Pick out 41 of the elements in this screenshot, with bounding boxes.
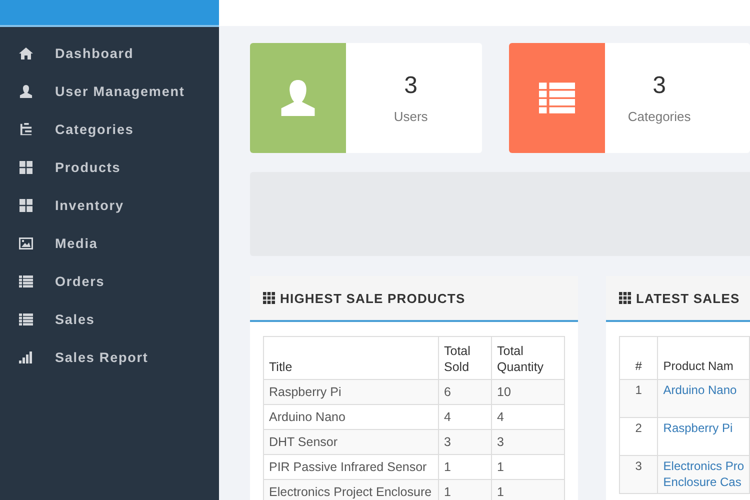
stat-value: 3 xyxy=(652,72,666,100)
user-icon xyxy=(280,80,316,116)
table-cell: 10 xyxy=(492,380,564,404)
table-cell: 1 xyxy=(492,480,564,500)
tree-icon xyxy=(19,122,33,136)
grid-icon xyxy=(619,292,631,304)
stat-label: Users xyxy=(394,109,428,124)
column-header: # xyxy=(620,336,658,380)
sidebar-item[interactable]: Sales xyxy=(0,300,219,338)
sidebar-item[interactable]: Inventory xyxy=(0,186,219,224)
column-header: Title xyxy=(264,336,438,380)
sidebar-item[interactable]: Sales Report xyxy=(0,338,219,376)
list-icon xyxy=(19,312,33,326)
panel-title: LATEST SALES xyxy=(636,290,740,306)
stat-label: Categories xyxy=(628,109,691,124)
table-cell: DHT Sensor xyxy=(264,430,438,454)
sidebar-item[interactable]: Orders xyxy=(0,262,219,300)
table-cell: 3 xyxy=(620,456,658,494)
stat-value: 3 xyxy=(404,72,418,100)
grid-icon xyxy=(263,292,275,304)
table-cell: 6 xyxy=(438,380,492,404)
user-icon xyxy=(19,84,33,98)
grid-icon xyxy=(19,198,33,212)
sidebar-item[interactable]: Categories xyxy=(0,110,219,148)
list-icon xyxy=(19,274,33,288)
sidebar-item[interactable]: Dashboard xyxy=(0,34,219,72)
home-icon xyxy=(19,46,33,60)
sidebar-item[interactable]: Media xyxy=(0,224,219,262)
list-icon xyxy=(538,80,575,116)
grid-icon xyxy=(19,160,33,174)
table-cell: Raspberry Pi xyxy=(264,380,438,404)
panel-title: HIGHEST SALE PRODUCTS xyxy=(280,290,466,306)
table-cell: 3 xyxy=(492,430,564,454)
sidebar-item[interactable]: User Management xyxy=(0,72,219,110)
sidebar-item[interactable]: Products xyxy=(0,148,219,186)
image-icon xyxy=(19,236,33,250)
bar-chart-icon xyxy=(19,350,33,364)
table-cell: 1 xyxy=(438,480,492,500)
table-cell: 3 xyxy=(438,430,492,454)
table-cell: Electronics Project Enclosure xyxy=(264,480,438,500)
table-cell: 1 xyxy=(620,380,658,418)
